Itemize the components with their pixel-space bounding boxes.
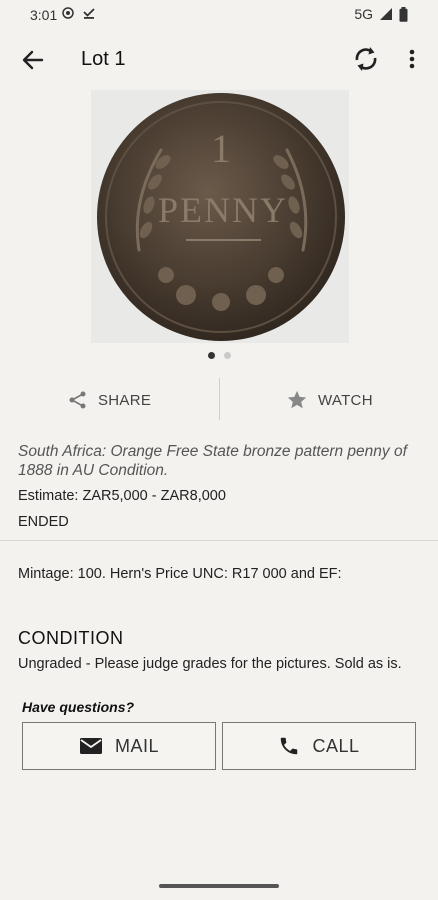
status-time: 3:01 (30, 7, 58, 23)
share-icon (69, 391, 86, 409)
status-bar: 3:01 5G (0, 0, 438, 30)
mail-icon (79, 738, 102, 754)
battery-icon (399, 6, 408, 22)
more-vert-icon[interactable] (400, 45, 424, 73)
signal-icon (380, 8, 392, 20)
lot-status: ENDED (18, 514, 69, 530)
app-bar: Lot 1 (0, 30, 438, 90)
coin-legend: PENNY (158, 190, 288, 230)
section-divider (0, 540, 438, 541)
page-title: Lot 1 (81, 48, 126, 70)
arrow-back-icon[interactable] (18, 45, 48, 75)
action-divider (219, 378, 220, 420)
download-done-icon (83, 8, 95, 19)
lot-details: Mintage: 100. Hern's Price UNC: R17 000 … (18, 566, 342, 582)
phone-icon (281, 737, 298, 755)
call-button[interactable]: CALL (222, 722, 416, 770)
gesture-nav-bar[interactable] (159, 884, 279, 888)
questions-prompt: Have questions? (22, 699, 135, 715)
lot-description: South Africa: Orange Free State bronze p… (18, 443, 407, 479)
coin-denomination: 1 (211, 126, 231, 171)
star-icon (287, 390, 307, 409)
call-label: CALL (312, 735, 360, 756)
refresh-icon[interactable] (350, 43, 382, 75)
mail-button[interactable]: MAIL (22, 722, 216, 770)
pager-dot-active[interactable] (207, 352, 215, 359)
record-icon (62, 7, 74, 19)
share-label: SHARE (98, 391, 152, 409)
network-type: 5G (354, 6, 373, 22)
watch-label: WATCH (318, 391, 373, 409)
lot-image[interactable]: 1 PENNY (91, 90, 349, 343)
condition-text: Ungraded - Please judge grades for the p… (18, 656, 402, 672)
condition-heading: CONDITION (18, 628, 124, 648)
share-button[interactable]: SHARE (68, 378, 151, 422)
image-pager (0, 352, 438, 359)
lot-estimate: Estimate: ZAR5,000 - ZAR8,000 (18, 488, 226, 504)
watch-button[interactable]: WATCH (286, 378, 373, 422)
coin-image: 1 PENNY (91, 90, 349, 343)
pager-dot[interactable] (223, 352, 231, 359)
mail-label: MAIL (114, 735, 159, 756)
